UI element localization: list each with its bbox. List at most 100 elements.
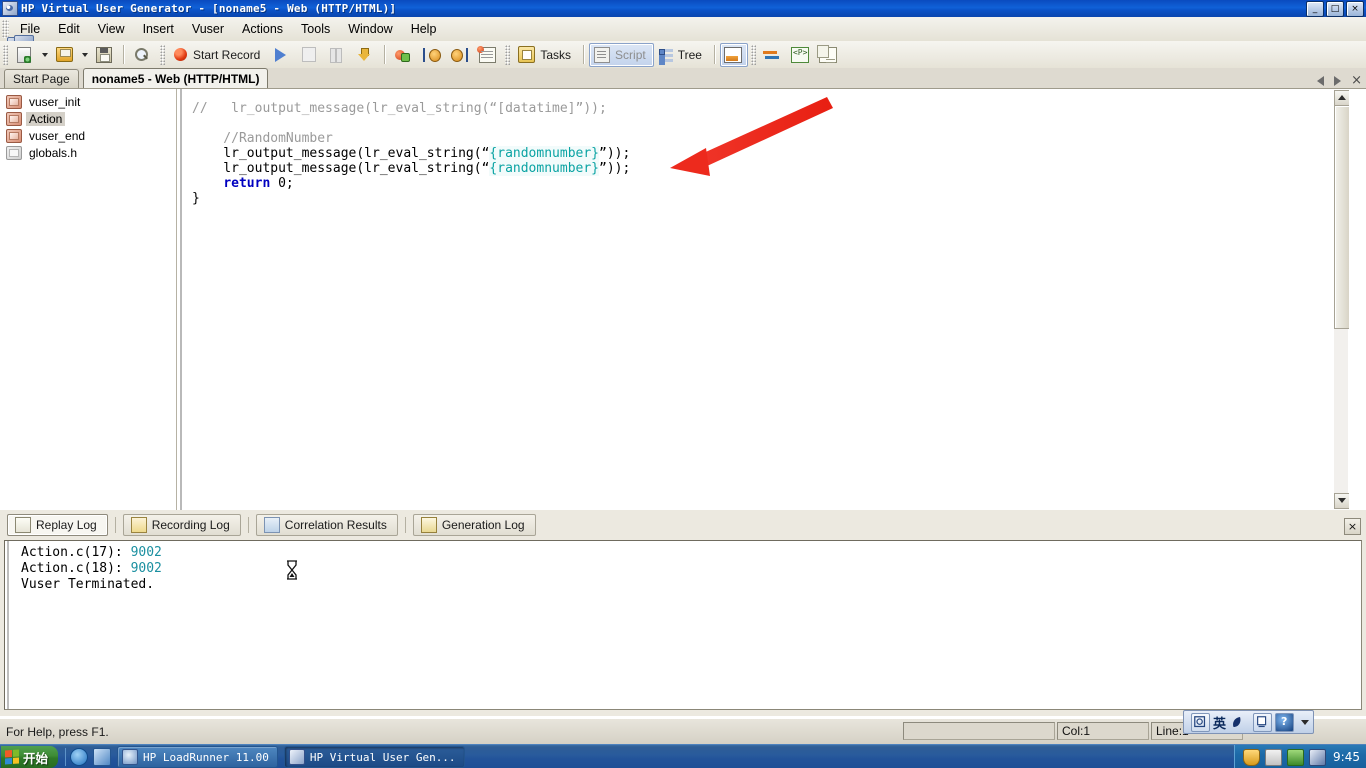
- new-script-dropdown-caret[interactable]: [42, 52, 48, 57]
- tab-close-button[interactable]: ×: [1351, 74, 1362, 87]
- log-output-area[interactable]: Action.c(17): 9002 Action.c(18): 9002 Vu…: [4, 540, 1362, 710]
- toolbar-grip-1[interactable]: [3, 44, 8, 65]
- menu-item-help[interactable]: Help: [402, 19, 446, 39]
- chevron-left-icon[interactable]: [1317, 76, 1325, 86]
- pause-button[interactable]: [324, 43, 352, 67]
- ime-language-label[interactable]: 英: [1213, 713, 1226, 732]
- menu-item-vuser[interactable]: Vuser: [183, 19, 233, 39]
- parameter-table-button[interactable]: [474, 43, 502, 67]
- stop-button[interactable]: [296, 43, 324, 67]
- new-parameter-icon: [395, 48, 411, 62]
- input-pad-icon[interactable]: [1253, 712, 1272, 732]
- open-script-dropdown-caret[interactable]: [82, 52, 88, 57]
- half-width-moon-icon[interactable]: [1229, 715, 1243, 729]
- scrollbar-thumb[interactable]: [1334, 105, 1349, 329]
- open-script-icon: [56, 47, 73, 62]
- toolbar-grip-4[interactable]: [750, 44, 756, 65]
- sidebar-item-vuser-end[interactable]: vuser_end: [0, 127, 176, 144]
- menu-item-tools[interactable]: Tools: [292, 19, 339, 39]
- script-view-button[interactable]: Script: [589, 42, 654, 67]
- menu-item-view[interactable]: View: [89, 19, 134, 39]
- windows-flag-icon: [5, 749, 19, 765]
- minimize-button[interactable]: _: [1306, 1, 1324, 17]
- save-icon: [96, 46, 112, 63]
- menu-item-window[interactable]: Window: [339, 19, 401, 39]
- parameter-next-icon: [451, 47, 469, 62]
- code-line-3: //RandomNumber: [192, 131, 333, 146]
- tab-noname5[interactable]: noname5 - Web (HTTP/HTML): [82, 68, 269, 88]
- parameter-table-icon: [477, 45, 497, 63]
- ime-mode-group[interactable]: 英: [1188, 712, 1246, 732]
- menu-item-edit[interactable]: Edit: [49, 19, 89, 39]
- script-view-icon: [594, 46, 611, 63]
- maximize-button[interactable]: □: [1326, 1, 1344, 17]
- tool-icon[interactable]: [1309, 748, 1327, 766]
- parameter-list-button[interactable]: [418, 43, 446, 67]
- quick-launch-bar: [65, 748, 112, 766]
- new-script-button[interactable]: [11, 43, 39, 67]
- network-icon[interactable]: [1287, 748, 1305, 766]
- security-shield-icon[interactable]: [1243, 748, 1261, 766]
- ime-language-bar[interactable]: 英 ?: [1182, 710, 1314, 734]
- ime-mode-icon[interactable]: [1190, 712, 1210, 732]
- stop-icon: [302, 47, 317, 62]
- tree-view-button[interactable]: Tree: [654, 43, 710, 67]
- taskbar-window-vugen[interactable]: HP Virtual User Gen...: [283, 746, 465, 768]
- close-button[interactable]: ×: [1346, 1, 1364, 17]
- code-line-5-a: lr_output_message(lr_eval_string(“: [192, 161, 490, 176]
- menu-item-file[interactable]: File: [11, 19, 49, 39]
- internet-explorer-icon[interactable]: [70, 748, 89, 766]
- start-label: 开始: [23, 751, 49, 766]
- sidebar-item-vuser-init[interactable]: vuser_init: [0, 93, 176, 110]
- log-panel-close-button[interactable]: ×: [1344, 518, 1361, 535]
- log-tab-strip: Replay Log Recording Log Correlation Res…: [0, 513, 1366, 537]
- open-script-button[interactable]: [51, 43, 79, 67]
- toolbar-grip-3[interactable]: [505, 44, 511, 65]
- log-tab-replay-log[interactable]: Replay Log: [7, 514, 108, 536]
- ime-options-caret-icon[interactable]: [1301, 719, 1309, 725]
- script-editor[interactable]: // lr_output_message(lr_eval_string(“[da…: [178, 89, 1349, 510]
- taskbar-clock[interactable]: 9:45: [1333, 750, 1360, 764]
- scroll-up-button[interactable]: [1334, 90, 1349, 106]
- split-view-button[interactable]: [719, 42, 748, 67]
- start-record-button[interactable]: Start Record: [168, 43, 268, 67]
- loadrunner-icon: [122, 749, 139, 765]
- sidebar-item-action[interactable]: Action: [0, 110, 176, 127]
- menu-item-actions[interactable]: Actions: [233, 19, 292, 39]
- show-desktop-icon[interactable]: [93, 748, 112, 766]
- log-tab-recording-log[interactable]: Recording Log: [122, 514, 241, 536]
- menu-item-insert[interactable]: Insert: [134, 19, 183, 39]
- log-tab-correlation-results[interactable]: Correlation Results: [255, 514, 398, 536]
- save-button[interactable]: [91, 43, 119, 67]
- taskbar-window-loadrunner[interactable]: HP LoadRunner 11.00: [117, 746, 278, 768]
- download-button[interactable]: [352, 43, 380, 67]
- antivirus-icon[interactable]: [1265, 748, 1283, 766]
- copy-table-button[interactable]: [815, 43, 843, 67]
- toolbar-separator-2: [384, 45, 387, 64]
- tasks-button[interactable]: Tasks: [513, 43, 579, 67]
- tab-start-page[interactable]: Start Page: [4, 69, 79, 88]
- run-button[interactable]: [268, 43, 296, 67]
- log-tab-generation-log[interactable]: Generation Log: [412, 514, 536, 536]
- find-button[interactable]: [129, 43, 157, 67]
- status-bar: For Help, press F1. Col:1 Line:1: [0, 718, 1366, 745]
- ime-tools-group[interactable]: ?: [1250, 712, 1297, 732]
- tree-view-icon: [658, 48, 673, 62]
- swap-button[interactable]: [759, 43, 787, 67]
- ime-help-icon[interactable]: ?: [1275, 712, 1294, 732]
- snapshot-code-button[interactable]: [787, 43, 815, 67]
- scroll-down-button[interactable]: [1334, 493, 1349, 509]
- recording-log-icon: [130, 517, 147, 533]
- log-tab-label: Correlation Results: [284, 518, 387, 532]
- start-button[interactable]: 开始: [1, 746, 59, 768]
- editor-vertical-scrollbar[interactable]: [1333, 89, 1349, 510]
- new-parameter-button[interactable]: [390, 43, 418, 67]
- parameter-next-button[interactable]: [446, 43, 474, 67]
- code-line-4-param: {randomnumber}: [489, 146, 599, 161]
- tree-view-label: Tree: [677, 47, 702, 62]
- chevron-right-icon[interactable]: [1334, 76, 1342, 86]
- toolbar-grip-2[interactable]: [160, 44, 165, 65]
- sidebar-item-globals-h[interactable]: globals.h: [0, 144, 176, 161]
- log-lines: Action.c(17): 9002 Action.c(18): 9002 Vu…: [21, 545, 162, 593]
- menu-drag-grip[interactable]: [2, 20, 9, 38]
